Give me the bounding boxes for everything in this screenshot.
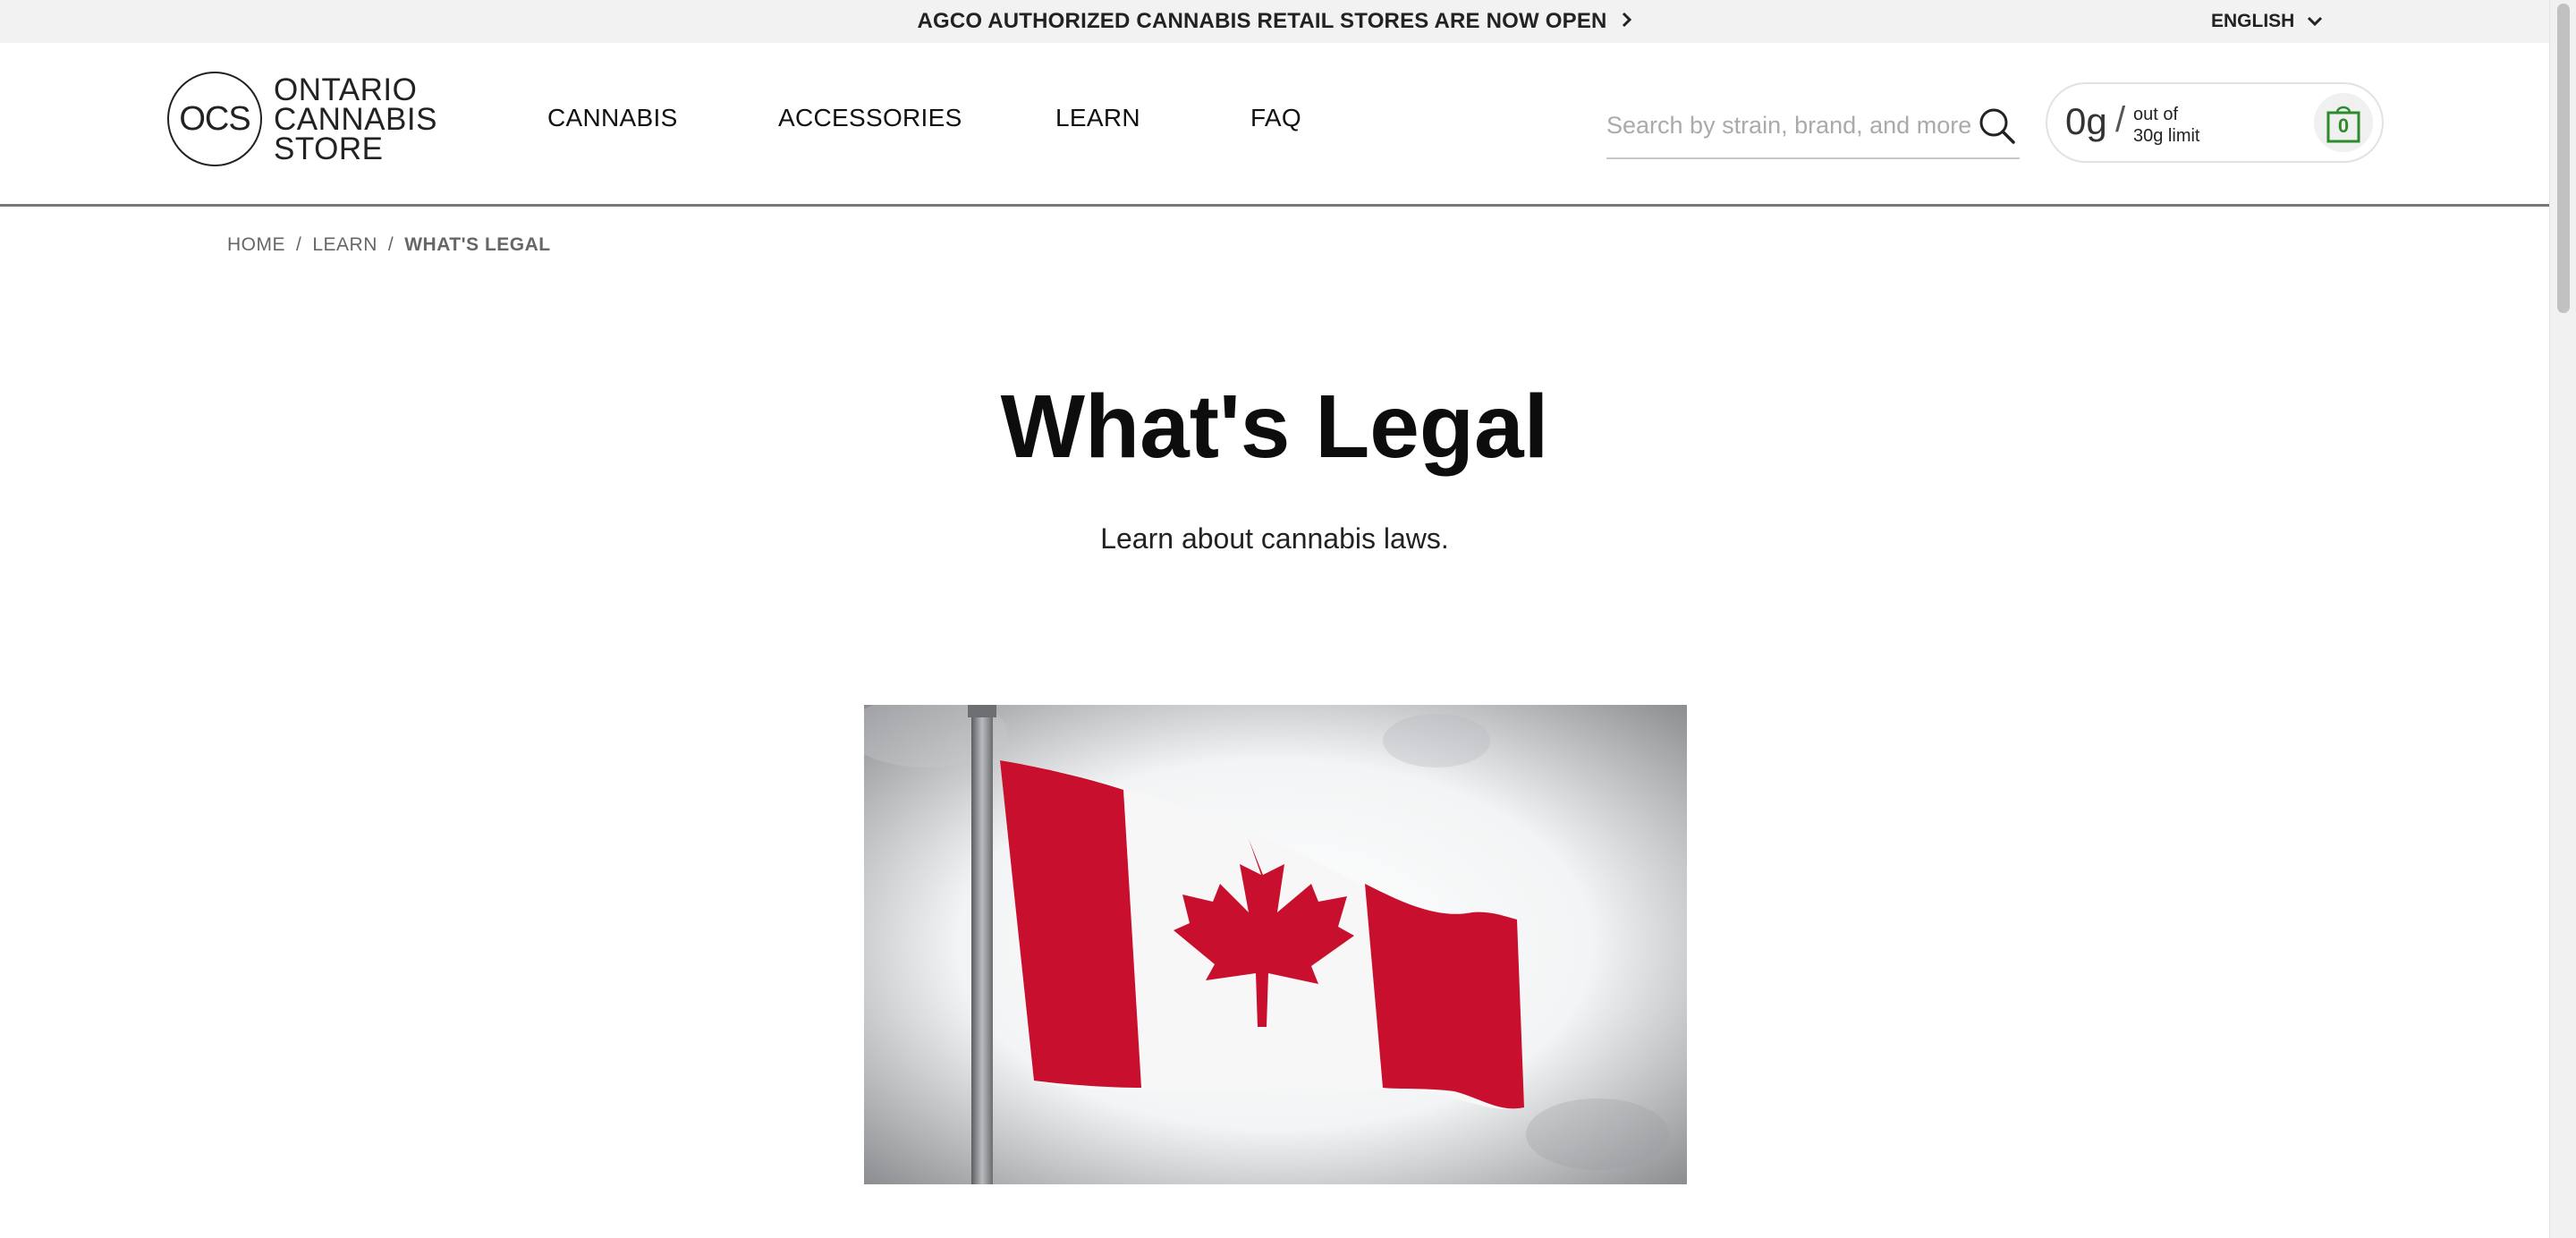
language-label: ENGLISH — [2211, 11, 2295, 31]
scrollbar-thumb[interactable] — [2557, 4, 2570, 313]
chevron-down-icon — [2307, 11, 2323, 32]
site-header: OCS ONTARIO CANNABIS STORE CANNABIS ACCE… — [0, 43, 2549, 207]
announcement-text: AGCO AUTHORIZED CANNABIS RETAIL STORES A… — [917, 9, 1607, 33]
announcement-link[interactable]: AGCO AUTHORIZED CANNABIS RETAIL STORES A… — [0, 0, 2549, 43]
logo-line: STORE — [274, 131, 384, 166]
search-input[interactable] — [1606, 100, 1973, 150]
search-bar — [1606, 100, 2020, 159]
breadcrumb-learn[interactable]: LEARN — [312, 234, 377, 256]
limit-text-line: out of — [2133, 105, 2179, 124]
purchase-limit-widget[interactable]: 0g / out of 30g limit 0 — [2046, 82, 2384, 163]
nav-item-learn[interactable]: LEARN — [1055, 104, 1140, 134]
limit-text-line: 30g limit — [2133, 126, 2200, 146]
page-subtitle: Learn about cannabis laws. — [1100, 522, 1449, 555]
limit-grams: 0g — [2065, 100, 2107, 142]
language-selector[interactable]: ENGLISH — [2211, 0, 2323, 43]
breadcrumb-separator: / — [296, 234, 302, 255]
nav-item-accessories[interactable]: ACCESSORIES — [778, 104, 962, 134]
logo-line: CANNABIS — [274, 102, 437, 137]
page-title: What's Legal — [1000, 377, 1549, 477]
breadcrumb-current: WHAT'S LEGAL — [404, 234, 551, 255]
page-scrollbar[interactable] — [2549, 0, 2576, 1238]
nav-item-cannabis[interactable]: CANNABIS — [547, 104, 678, 134]
search-icon[interactable] — [1979, 107, 2016, 145]
breadcrumb-home[interactable]: HOME — [227, 234, 285, 256]
chevron-right-icon — [1622, 9, 1632, 34]
cart-button[interactable]: 0 — [2314, 93, 2373, 152]
breadcrumb-separator: / — [387, 234, 394, 255]
logo-mark: OCS — [167, 72, 262, 166]
cart-count: 0 — [2337, 114, 2350, 137]
logo-wordmark: ONTARIO CANNABIS STORE — [274, 72, 437, 166]
limit-separator: / — [2115, 100, 2126, 140]
hero-image-canadian-flag — [864, 705, 1687, 1184]
limit-description: out of 30g limit — [2133, 104, 2199, 147]
logo-line: ONTARIO — [274, 72, 418, 107]
nav-item-faq[interactable]: FAQ — [1250, 104, 1301, 134]
announcement-bar: AGCO AUTHORIZED CANNABIS RETAIL STORES A… — [0, 0, 2549, 43]
breadcrumb: HOME / LEARN / WHAT'S LEGAL — [227, 234, 551, 256]
